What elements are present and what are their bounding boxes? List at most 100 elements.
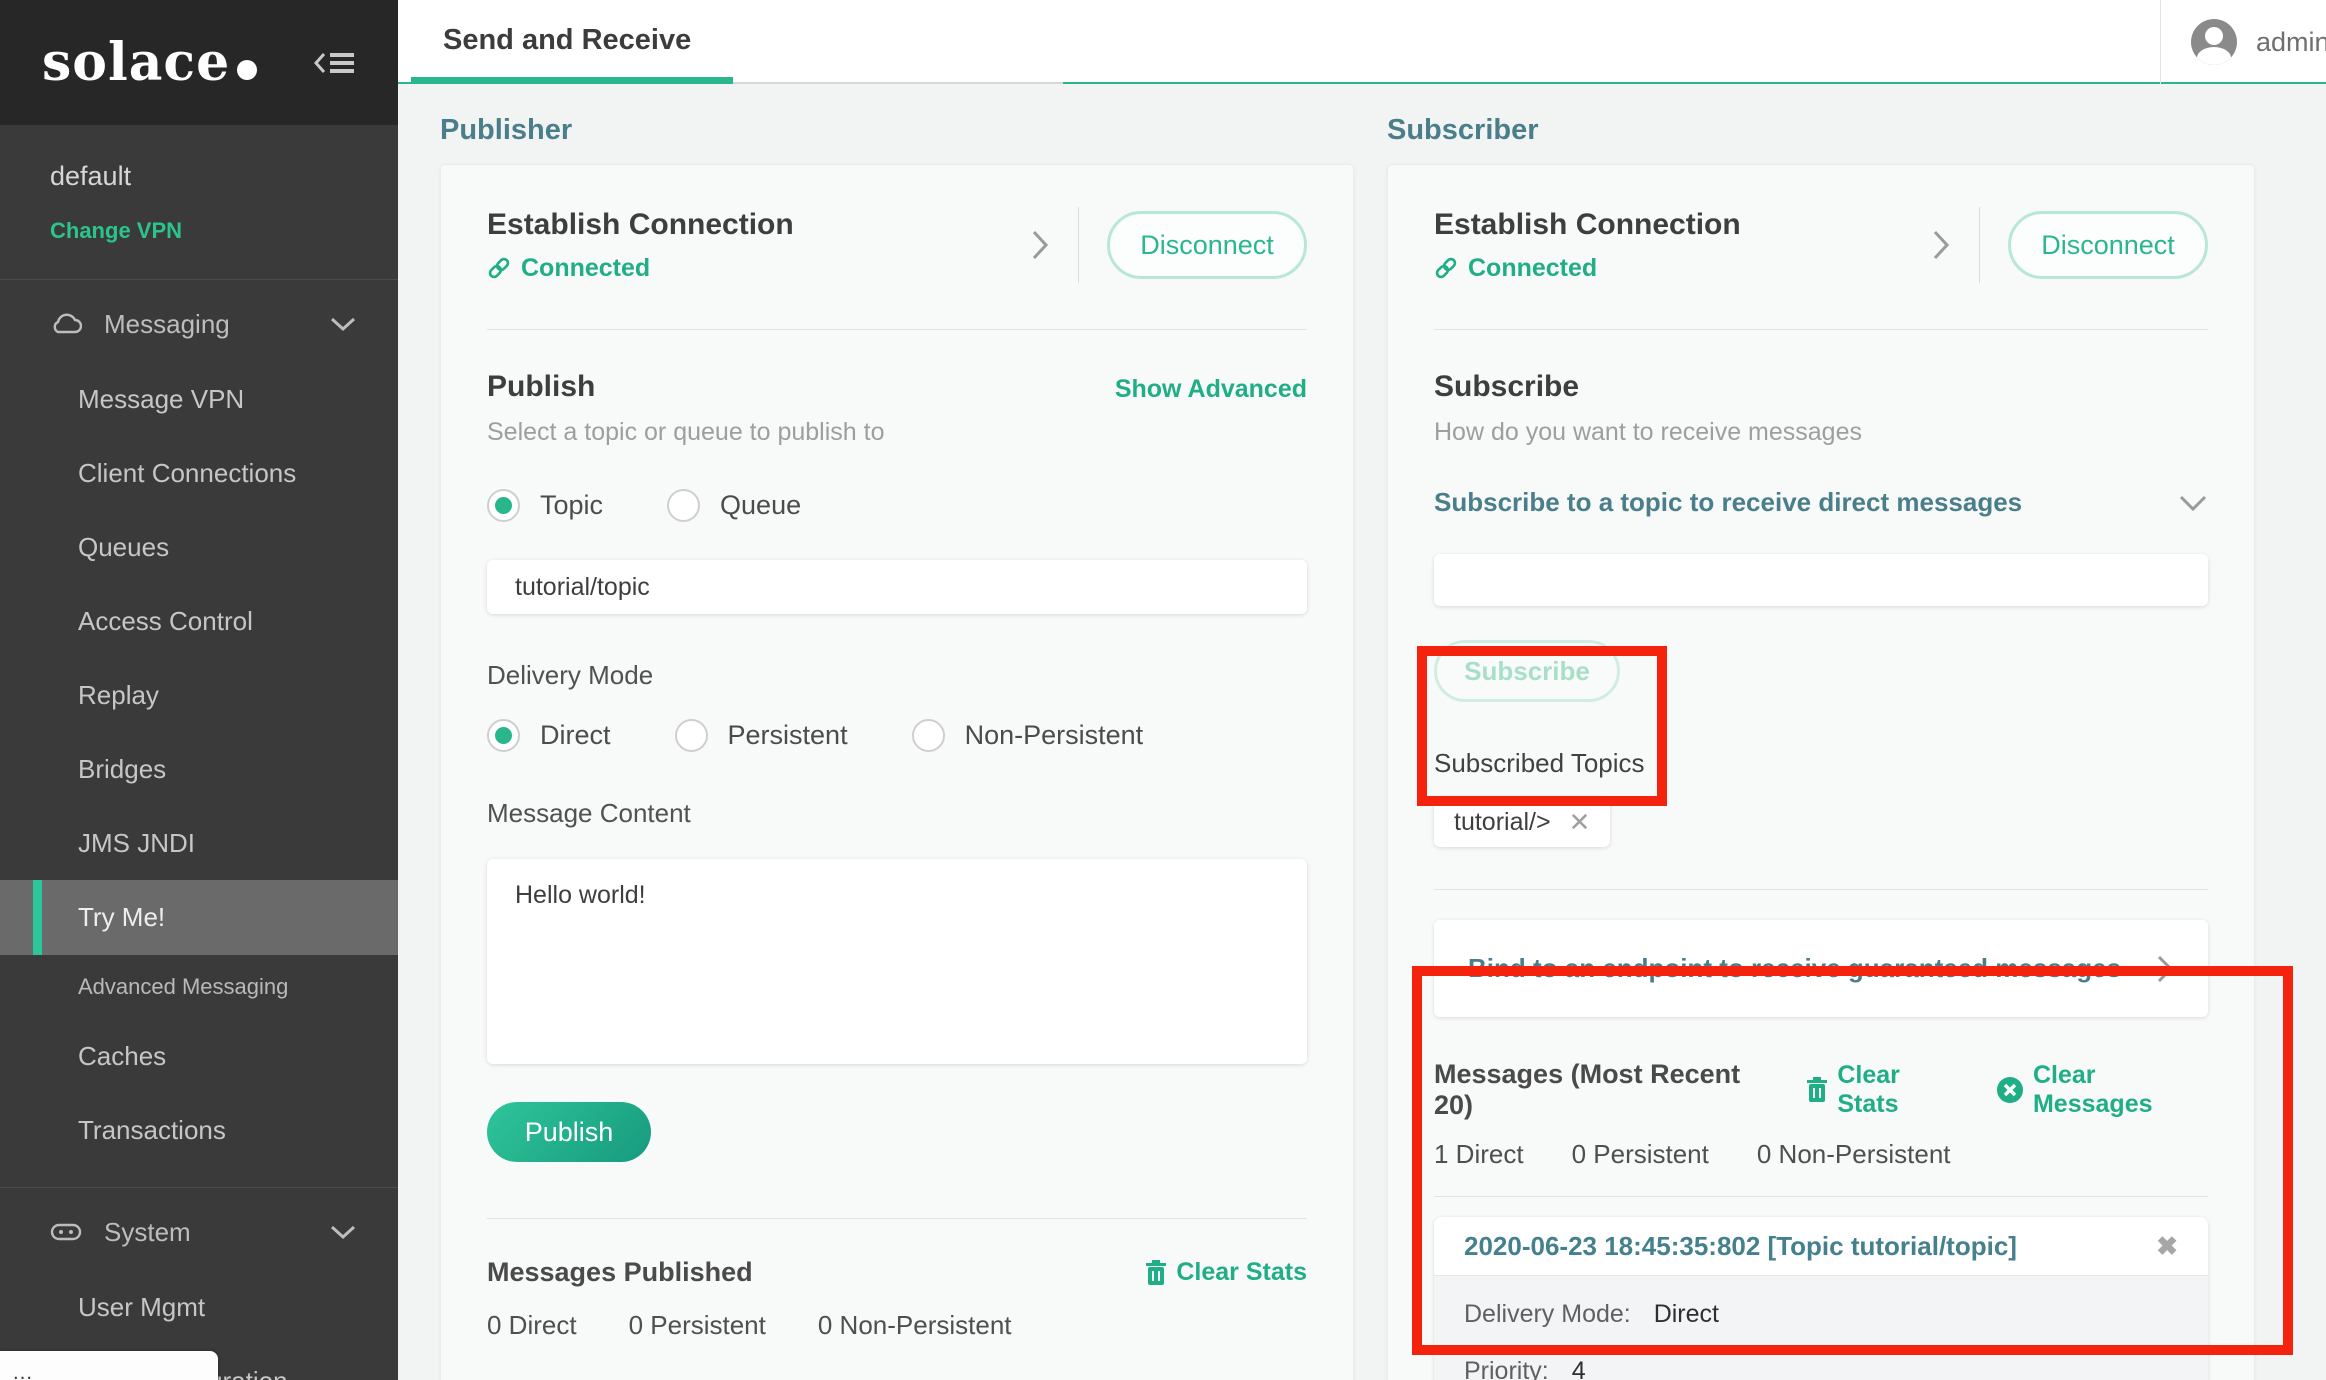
published-stats-row: 0 Direct 0 Persistent 0 Non-Persistent	[487, 1310, 1307, 1341]
subscribe-topic-input[interactable]	[1434, 554, 2208, 606]
radio-button[interactable]	[675, 719, 708, 752]
topbar-divider	[2160, 0, 2161, 84]
radio-persistent[interactable]: Persistent	[675, 719, 848, 752]
user-avatar-icon[interactable]	[2191, 19, 2237, 65]
sidebar-item-caches[interactable]: Caches	[0, 1019, 398, 1093]
item-label: Replay	[78, 680, 159, 711]
messages-published-title: Messages Published	[487, 1257, 753, 1288]
app-window: solace default Change VPN Messaging Mess…	[0, 0, 2326, 1380]
connection-status: Connected	[521, 254, 650, 283]
divider	[1434, 1196, 2208, 1197]
remove-topic-icon[interactable]: ✕	[1569, 807, 1591, 838]
delivery-mode-value: Direct	[1654, 1300, 1719, 1328]
sidebar-section-messaging[interactable]: Messaging	[0, 286, 398, 362]
divider	[1979, 207, 1980, 283]
radio-button-selected[interactable]	[487, 489, 520, 522]
sidebar-item-queues[interactable]: Queues	[0, 510, 398, 584]
radio-label[interactable]: Direct	[540, 720, 611, 751]
username[interactable]: admin	[2256, 27, 2326, 58]
establish-connection-title: Establish Connection	[1434, 208, 1931, 242]
tab-send-and-receive[interactable]: Send and Receive	[443, 24, 691, 57]
sidebar-item-access-control[interactable]: Access Control	[0, 584, 398, 658]
sidebar-item-advanced-messaging[interactable]: Advanced Messaging	[0, 955, 398, 1019]
section-label: Messaging	[104, 309, 330, 340]
sidebar-item-transactions[interactable]: Transactions	[0, 1093, 398, 1167]
item-label: User Mgmt	[78, 1292, 205, 1323]
cloud-icon	[50, 312, 82, 336]
collapse-sidebar-icon[interactable]	[314, 46, 356, 80]
publish-topic-input[interactable]	[487, 560, 1307, 614]
divider	[487, 329, 1307, 330]
change-vpn-link[interactable]: Change VPN	[50, 218, 348, 244]
item-label: Message VPN	[78, 384, 244, 415]
radio-direct[interactable]: Direct	[487, 719, 611, 752]
sidebar-item-jms-jndi[interactable]: JMS JNDI	[0, 806, 398, 880]
radio-label[interactable]: Non-Persistent	[965, 720, 1144, 751]
link-icon	[1434, 256, 1458, 280]
trash-icon	[1806, 1077, 1828, 1103]
item-label: Transactions	[78, 1115, 226, 1146]
radio-queue[interactable]: Queue	[667, 489, 801, 522]
subscribed-topics-label: Subscribed Topics	[1434, 748, 2208, 779]
sidebar: solace default Change VPN Messaging Mess…	[0, 0, 398, 1380]
vpn-name: default	[50, 161, 348, 192]
link-preview-tooltip: …	[0, 1351, 218, 1380]
radio-topic[interactable]: Topic	[487, 489, 603, 522]
publish-title: Publish	[487, 370, 595, 404]
main-area: Send and Receive admin Publisher Establi…	[398, 0, 2326, 1380]
message-timestamp: 2020-06-23 18:45:35:802 [Topic tutorial/…	[1464, 1231, 2017, 1262]
subscribe-mode-dropdown[interactable]: Subscribe to a topic to receive direct m…	[1434, 487, 2208, 518]
sidebar-item-user-mgmt[interactable]: User Mgmt	[0, 1270, 398, 1344]
delivery-mode-radio-group: Direct Persistent Non-Persistent	[487, 719, 1307, 752]
publisher-heading: Publisher	[440, 112, 1354, 148]
item-label: Bridges	[78, 754, 166, 785]
radio-label[interactable]: Topic	[540, 490, 603, 521]
solace-logo: solace	[42, 32, 257, 93]
message-content-textarea[interactable]: Hello world!	[487, 859, 1307, 1064]
divider	[1078, 207, 1079, 283]
publisher-card: Establish Connection Connected	[440, 164, 1354, 1380]
chip-label: tutorial/>	[1454, 808, 1551, 837]
subscriber-connection-row[interactable]: Establish Connection Connected	[1434, 165, 2208, 283]
show-advanced-link[interactable]: Show Advanced	[1115, 375, 1307, 404]
message-metadata: Delivery Mode: Direct Priority: 4	[1434, 1275, 2208, 1380]
radio-button[interactable]	[912, 719, 945, 752]
message-content-label: Message Content	[487, 798, 1307, 829]
publisher-clear-stats-link[interactable]: Clear Stats	[1145, 1258, 1307, 1287]
radio-label[interactable]: Persistent	[728, 720, 848, 751]
radio-button-selected[interactable]	[487, 719, 520, 752]
stat-direct: 1 Direct	[1434, 1139, 1524, 1170]
dismiss-message-icon[interactable]: ✖	[2156, 1231, 2178, 1262]
sidebar-section-system[interactable]: System	[0, 1194, 398, 1270]
subscriber-clear-stats-link[interactable]: Clear Stats	[1806, 1061, 1958, 1119]
sidebar-item-client-connections[interactable]: Client Connections	[0, 436, 398, 510]
chevron-right-icon	[1931, 228, 1951, 262]
priority-value: 4	[1572, 1357, 1586, 1380]
publisher-disconnect-button[interactable]: Disconnect	[1107, 211, 1307, 279]
sidebar-item-message-vpn[interactable]: Message VPN	[0, 362, 398, 436]
delivery-mode-label: Delivery Mode	[487, 660, 1307, 691]
subscriber-column: Subscriber Establish Connection	[1387, 84, 2255, 1380]
sidebar-item-replay[interactable]: Replay	[0, 658, 398, 732]
clear-messages-link[interactable]: Clear Messages	[1996, 1061, 2208, 1119]
vpn-block: default Change VPN	[0, 125, 398, 280]
sidebar-item-bridges[interactable]: Bridges	[0, 732, 398, 806]
stat-direct: 0 Direct	[487, 1310, 577, 1341]
subscribe-button[interactable]: Subscribe	[1434, 640, 1620, 702]
establish-connection-title: Establish Connection	[487, 208, 1030, 242]
trash-icon	[1145, 1260, 1167, 1286]
radio-button[interactable]	[667, 489, 700, 522]
subscribe-subtitle: How do you want to receive messages	[1434, 418, 2208, 447]
system-icon	[50, 1222, 82, 1242]
sidebar-item-try-me[interactable]: Try Me!	[0, 880, 398, 955]
priority-key: Priority:	[1464, 1357, 1549, 1380]
dropdown-selected-label[interactable]: Subscribe to a topic to receive direct m…	[1434, 487, 2022, 518]
content: Publisher Establish Connection	[398, 84, 2326, 1378]
subscribe-title: Subscribe	[1434, 370, 1579, 404]
radio-non-persistent[interactable]: Non-Persistent	[912, 719, 1144, 752]
publish-button[interactable]: Publish	[487, 1102, 651, 1162]
radio-label[interactable]: Queue	[720, 490, 801, 521]
publisher-connection-row[interactable]: Establish Connection Connected	[487, 165, 1307, 283]
subscriber-disconnect-button[interactable]: Disconnect	[2008, 211, 2208, 279]
bind-endpoint-card[interactable]: Bind to an endpoint to receive guarantee…	[1434, 920, 2208, 1017]
